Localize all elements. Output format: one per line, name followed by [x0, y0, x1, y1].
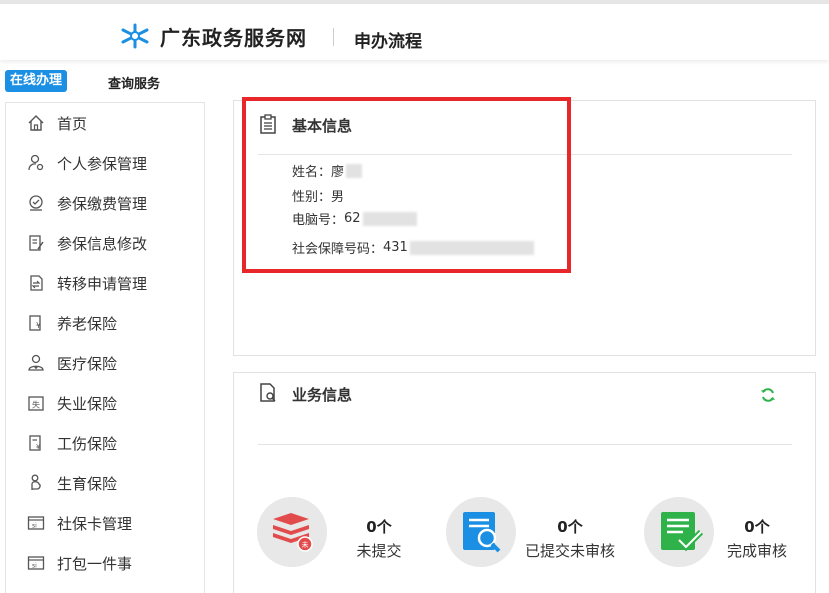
sidebar-item-label: 工伤保险 [57, 434, 118, 453]
submitted-unreviewed-count: 0个 [557, 518, 583, 536]
sidebar-item-label: 参保信息修改 [57, 234, 148, 253]
sidebar-nav: 首页 个人参保管理 参保缴费管理 参保信息修改 转移申请管理 ¥ 养老保险 医疗… [5, 102, 205, 593]
page-subtitle: 申办流程 [354, 32, 422, 52]
svg-text:si: si [32, 563, 37, 570]
sidebar-item-label: 失业保险 [57, 394, 118, 413]
sidebar-item-label: 首页 [57, 114, 88, 133]
sidebar-item-label: 养老保险 [57, 314, 118, 333]
si-package-icon: si [26, 553, 46, 573]
reviewed-count: 0个 [744, 518, 770, 536]
svg-text:失: 失 [32, 400, 40, 410]
sidebar-item-label: 个人参保管理 [57, 154, 148, 173]
transfer-icon [26, 273, 46, 293]
highlight-box [242, 97, 571, 273]
site-title[interactable]: 广东政务服务网 [160, 22, 307, 51]
medical-person-icon [26, 353, 46, 373]
document-search-small-icon [260, 383, 276, 402]
sidebar-item-si-card[interactable]: si 社保卡管理 [6, 508, 204, 538]
unsubmitted-label: 未提交 [356, 542, 402, 560]
sidebar-item-label: 转移申请管理 [57, 274, 148, 293]
document-search-icon [463, 512, 501, 553]
payment-icon [26, 193, 46, 213]
site-header: 广东政务服务网 申办流程 [0, 4, 829, 60]
sidebar-item-package[interactable]: si 打包一件事 [6, 548, 204, 578]
submitted-unreviewed-stat-circle[interactable] [446, 497, 516, 567]
refresh-icon[interactable] [760, 387, 776, 403]
reviewed-label: 完成审核 [726, 542, 787, 560]
svg-text:¥: ¥ [36, 321, 41, 330]
svg-text:si: si [32, 523, 37, 530]
business-info-divider [258, 444, 792, 445]
sidebar-item-transfer[interactable]: 转移申请管理 [6, 268, 204, 298]
home-icon [26, 113, 46, 133]
si-card-icon: si [26, 513, 46, 533]
sidebar-item-label: 生育保险 [57, 474, 118, 493]
sidebar-item-medical[interactable]: 医疗保险 [6, 348, 204, 378]
person-gear-icon [26, 153, 46, 173]
sidebar-item-home[interactable]: 首页 [6, 108, 204, 138]
snowflake-logo-icon [121, 23, 149, 49]
sidebar-item-pension[interactable]: ¥ 养老保险 [6, 308, 204, 338]
edit-document-icon [26, 233, 46, 253]
sidebar-item-label: 打包一件事 [57, 554, 133, 573]
sidebar-item-unemployment[interactable]: 失 失业保险 [6, 388, 204, 418]
unsubmitted-count: 0个 [366, 518, 392, 536]
document-check-icon [661, 512, 703, 552]
business-info-panel: 业务信息 未 0个 未提交 0个 已提交未审核 0个 完成审核 [233, 372, 816, 593]
maternity-icon [26, 473, 46, 493]
injury-icon: ¥ [26, 433, 46, 453]
reviewed-stat-circle[interactable] [644, 497, 714, 567]
unemployment-icon: 失 [26, 393, 46, 413]
sidebar-item-payment[interactable]: 参保缴费管理 [6, 188, 204, 218]
svg-text:未: 未 [302, 540, 309, 549]
submitted-unreviewed-label: 已提交未审核 [524, 542, 615, 560]
tab-query-service[interactable]: 查询服务 [108, 73, 160, 92]
sidebar-item-injury[interactable]: ¥ 工伤保险 [6, 428, 204, 458]
sidebar-item-label: 医疗保险 [57, 354, 118, 373]
sidebar-item-label: 参保缴费管理 [57, 194, 148, 213]
pension-icon: ¥ [26, 313, 46, 333]
sidebar-item-label: 社保卡管理 [57, 514, 133, 533]
sidebar-item-maternity[interactable]: 生育保险 [6, 468, 204, 498]
svg-text:¥: ¥ [36, 443, 41, 451]
unsubmitted-stat-circle[interactable]: 未 [257, 497, 327, 567]
sidebar-item-info-edit[interactable]: 参保信息修改 [6, 228, 204, 258]
tab-online-service[interactable]: 在线办理 [5, 70, 68, 92]
stack-unsubmitted-icon: 未 [273, 513, 313, 552]
sidebar-item-personal-insurance[interactable]: 个人参保管理 [6, 148, 204, 178]
business-info-title: 业务信息 [292, 386, 353, 404]
header-divider [333, 28, 334, 46]
